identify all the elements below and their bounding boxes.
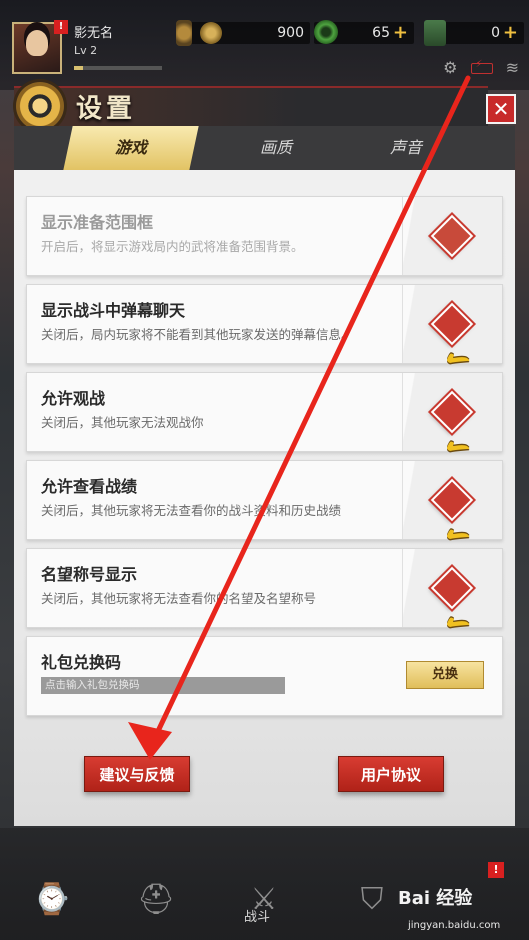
option-show-danmaku: 显示战斗中弹幕聊天 关闭后，局内玩家将不能看到其他玩家发送的弹幕信息。 ✔ (26, 284, 503, 382)
redeem-title: 礼包兑换码 (41, 653, 122, 672)
watermark-url: jingyan.baidu.com (408, 920, 501, 931)
jade-amount: 65 (372, 25, 390, 41)
option-allow-spectate: 允许观战 关闭后，其他玩家无法观战你 ✔ (26, 372, 503, 470)
banner-icon: ⛉ (360, 882, 384, 917)
tab-game[interactable]: 游戏 (63, 126, 199, 170)
helmet-icon: ⛑ (136, 882, 176, 917)
option-desc: 关闭后，其他玩家将无法查看你的战斗资料和历史战绩 (41, 503, 342, 518)
coin-icon (200, 22, 222, 44)
option-toggle[interactable]: ✔ (402, 285, 502, 382)
settings-gear-icon (16, 82, 64, 130)
watch-icon: ⌚ (33, 882, 71, 917)
nav-heroes[interactable]: ⛑ (136, 880, 176, 924)
currency-ticket[interactable]: 0 + (424, 20, 524, 46)
option-toggle[interactable] (402, 197, 502, 275)
top-hud: ! 影无名 Lv 2 900 65 + 0 + ⚙ ≋ (0, 0, 529, 90)
redeem-code-row: 礼包兑换码 点击输入礼包兑换码 兑换 (26, 636, 503, 716)
option-title: 允许观战 (41, 389, 106, 408)
option-title: 名望称号显示 (41, 565, 138, 584)
settings-tabs: 游戏 画质 声音 (14, 126, 515, 170)
user-agreement-button[interactable]: 用户协议 (338, 756, 444, 792)
redeem-button[interactable]: 兑换 (406, 661, 484, 689)
settings-title: 设置 (76, 94, 137, 124)
player-name: 影无名 (74, 26, 114, 41)
option-desc: 关闭后，其他玩家将无法查看你的名望及名望称号 (41, 591, 317, 606)
nav-battle-label: 战斗 (244, 910, 271, 925)
option-show-fame-title: 名望称号显示 关闭后，其他玩家将无法查看你的名望及名望称号 ✔ (26, 548, 503, 646)
option-toggle[interactable]: ✔ (402, 549, 502, 646)
tab-game-label: 游戏 (114, 138, 147, 157)
jade-add-button[interactable]: + (393, 22, 408, 43)
xp-progress-bar (74, 66, 162, 70)
watermark-logo: Bai 经验 (398, 888, 473, 909)
coin-amount: 900 (277, 25, 304, 41)
tab-graphics[interactable]: 画质 (226, 126, 326, 170)
diamond-check-icon: ✔ (430, 478, 478, 558)
option-toggle[interactable]: ✔ (402, 461, 502, 558)
nav-alert-badge: ! (488, 862, 504, 878)
ticket-amount: 0 (491, 25, 500, 41)
diamond-check-icon: ✔ (430, 302, 478, 382)
feedback-button[interactable]: 建议与反馈 (84, 756, 190, 792)
option-toggle[interactable]: ✔ (402, 373, 502, 470)
option-allow-view-record: 允许查看战绩 关闭后，其他玩家将无法查看你的战斗资料和历史战绩 ✔ (26, 460, 503, 558)
status-icons: ⚙ ≋ (435, 58, 519, 77)
currency-coin[interactable]: 900 (176, 20, 310, 46)
option-title: 显示准备范围框 (41, 213, 154, 232)
battery-icon (470, 59, 493, 74)
diamond-off-icon (430, 214, 474, 258)
currency-jade[interactable]: 65 + (314, 20, 414, 44)
gear-icon[interactable]: ⚙ (443, 58, 457, 77)
option-title: 显示战斗中弹幕聊天 (41, 301, 186, 320)
calendar-icon (176, 20, 192, 46)
close-button[interactable]: ✕ (486, 94, 516, 124)
wifi-icon: ≋ (505, 58, 519, 77)
option-title: 允许查看战绩 (41, 477, 138, 496)
jade-icon (314, 20, 338, 44)
avatar-alert-badge: ! (54, 20, 68, 34)
option-desc: 关闭后，其他玩家无法观战你 (41, 415, 204, 430)
settings-panel: 游戏 画质 声音 显示准备范围框 开启后，将显示游戏局内的武将准备范围背景。 显… (14, 126, 515, 826)
nav-equipment[interactable]: ⌚ (32, 880, 72, 924)
option-show-ready-range: 显示准备范围框 开启后，将显示游戏局内的武将准备范围背景。 (26, 196, 503, 276)
diamond-check-icon: ✔ (430, 566, 478, 646)
redeem-code-input[interactable]: 点击输入礼包兑换码 (41, 677, 285, 694)
diamond-check-icon: ✔ (430, 390, 478, 470)
ticket-icon (424, 20, 446, 46)
option-desc: 关闭后，局内玩家将不能看到其他玩家发送的弹幕信息。 (41, 327, 354, 342)
player-level: Lv 2 (74, 44, 98, 57)
nav-guild[interactable]: ⛉ (352, 880, 392, 924)
option-desc: 开启后，将显示游戏局内的武将准备范围背景。 (41, 239, 304, 254)
ticket-add-button[interactable]: + (503, 22, 518, 43)
tab-sound[interactable]: 声音 (356, 126, 456, 170)
